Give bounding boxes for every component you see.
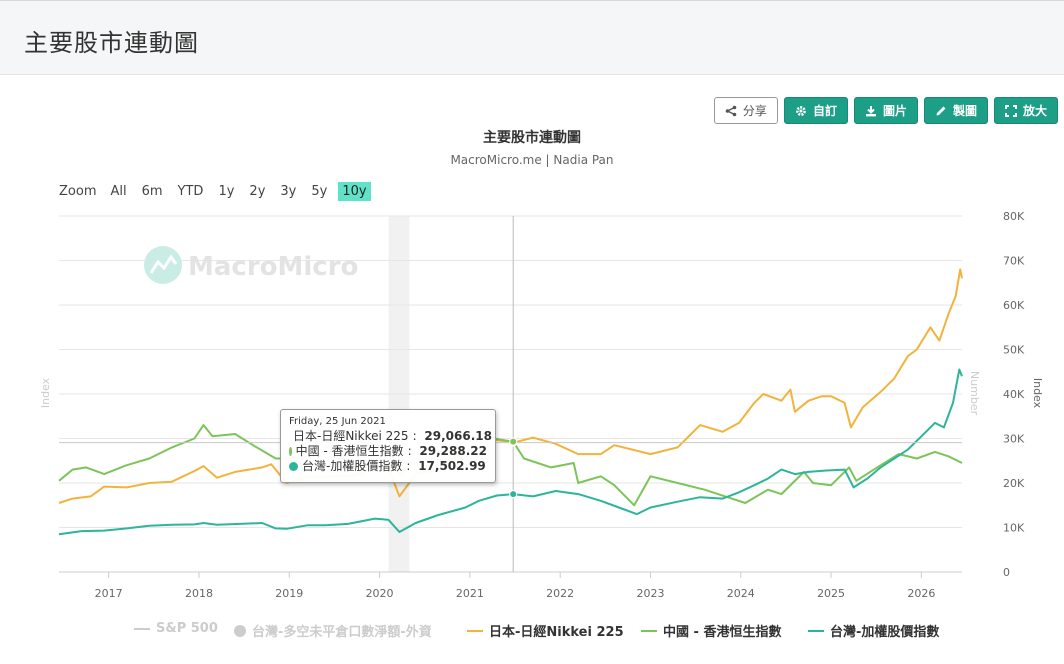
y-tick-label: 20K [1003,477,1025,490]
zoom-10y-button[interactable]: 10y [338,182,371,201]
legend-label: 台灣-多空未平倉口數淨額-外資 [252,625,432,640]
y-tick-label: 0 [1003,566,1010,579]
enlarge-button[interactable]: 放大 [993,97,1058,124]
watermark-logo-icon [149,254,178,274]
share-button[interactable]: 分享 [713,97,778,124]
pencil-icon [936,106,946,115]
legend-line-marker [808,629,824,632]
x-tick-label: 2022 [546,587,574,600]
header-bar: 主要股市連動圖 [0,0,1064,75]
image-label: 圖片 [882,104,907,118]
series-line-1 [58,424,963,507]
legend-item-sp500[interactable]: S&P 500 [134,621,218,636]
chart-toolbar: 分享 自訂 圖片 製圖 放大 [713,97,1058,124]
expand-icon [1004,104,1017,117]
draw-label: 製圖 [952,104,977,118]
y-axis-title-right: Index [1031,378,1044,409]
share-icon [725,105,737,116]
series-line-0 [58,268,963,504]
x-tick-label: 2024 [727,587,755,600]
tooltip-label: 日本-日經Nikkei 225 [293,429,409,443]
y-tick-label: 50K [1003,344,1025,357]
y-tick-label: 30K [1003,433,1025,446]
tooltip-value: 29,066.18 [424,429,492,443]
legend-label: 日本-日經Nikkei 225 [489,625,624,640]
tooltip-label: 台灣-加權股價指數 [302,459,403,473]
customize-label: 自訂 [812,104,837,118]
zoom-3y-button[interactable]: 3y [276,182,300,201]
page-title: 主要股市連動圖 [24,29,199,57]
y-tick-label: 10K [1003,522,1025,535]
zoom-2y-button[interactable]: 2y [245,182,269,201]
legend-dot-marker [234,624,246,637]
draw-chart-button[interactable]: 製圖 [923,97,988,124]
x-tick-label: 2021 [456,587,484,600]
zoom-ytd-button[interactable]: YTD [174,182,208,201]
watermark-text: MacroMicro [188,252,358,282]
zoom-1y-button[interactable]: 1y [214,182,238,201]
series-line-2 [58,368,963,536]
legend-label: 中國 - 香港恒生指數 [663,625,782,640]
legend-item-taiex[interactable]: 台灣-加權股價指數 [808,621,939,640]
x-tick-label: 2026 [907,587,935,600]
customize-button[interactable]: 自訂 [783,97,848,124]
shaded-band [388,216,410,572]
chart-legend: S&P 500 台灣-多空未平倉口數淨額-外資 日本-日經Nikkei 225 … [0,621,1064,641]
hover-marker-2 [509,490,518,499]
y-tick-label: 80K [1003,210,1025,223]
chart-tooltip: Friday, 25 Jun 2021 日本-日經Nikkei 225: 29,… [280,409,496,483]
legend-line-marker [134,627,150,630]
legend-line-marker [641,629,657,632]
y-tick-label: 70K [1003,255,1025,268]
hover-marker-0 [509,438,518,447]
image-download-button[interactable]: 圖片 [853,97,918,124]
tooltip-row: 日本-日經Nikkei 225: 29,066.18 [293,429,492,443]
legend-item-taiwan-futures[interactable]: 台灣-多空未平倉口數淨額-外資 [234,621,432,640]
hover-marker-1 [509,437,518,446]
y-tick-label: 40K [1003,388,1025,401]
x-tick-label: 2020 [366,587,394,600]
tooltip-value: 29,288.22 [419,444,487,458]
legend-label: S&P 500 [156,621,218,636]
x-tick-label: 2018 [185,587,213,600]
tooltip-label: 中國 - 香港恒生指數 [295,444,404,458]
tooltip-date: Friday, 25 Jun 2021 [289,416,386,427]
zoom-5y-button[interactable]: 5y [307,182,331,201]
legend-item-hangseng[interactable]: 中國 - 香港恒生指數 [641,621,781,640]
enlarge-label: 放大 [1022,104,1047,118]
x-tick-label: 2025 [817,587,845,600]
y-axis-title-left: Index [39,377,52,408]
zoom-all-button[interactable]: All [106,182,130,201]
legend-line-marker [467,629,483,632]
chart-title: 主要股市連動圖 [483,130,581,146]
x-tick-label: 2017 [95,587,123,600]
zoom-6m-button[interactable]: 6m [138,182,167,201]
chart-subtitle: MacroMicro.me | Nadia Pan [450,153,614,167]
tooltip-row: 台灣-加權股價指數: 17,502.99 [289,459,487,474]
zoom-label: Zoom [59,184,97,199]
x-tick-label: 2023 [636,587,664,600]
legend-item-nikkei[interactable]: 日本-日經Nikkei 225 [467,621,624,640]
watermark-logo-icon [144,246,182,284]
watermark: MacroMicro [144,246,358,284]
zoom-selector: Zoom All 6m YTD 1y 2y 3y 5y 10y [59,182,378,201]
tooltip-dot-hangseng [289,447,292,456]
gear-icon [796,105,806,116]
legend-label: 台灣-加權股價指數 [830,625,940,640]
tooltip-row: 中國 - 香港恒生指數: 29,288.22 [289,444,487,459]
y-axis-title-number: Number [968,371,981,416]
x-tick-label: 2019 [275,587,303,600]
y-tick-label: 60K [1003,299,1025,312]
share-label: 分享 [742,104,767,118]
tooltip-dot-taiex [289,462,298,471]
tooltip-value: 17,502.99 [418,459,486,473]
download-icon [865,105,876,116]
